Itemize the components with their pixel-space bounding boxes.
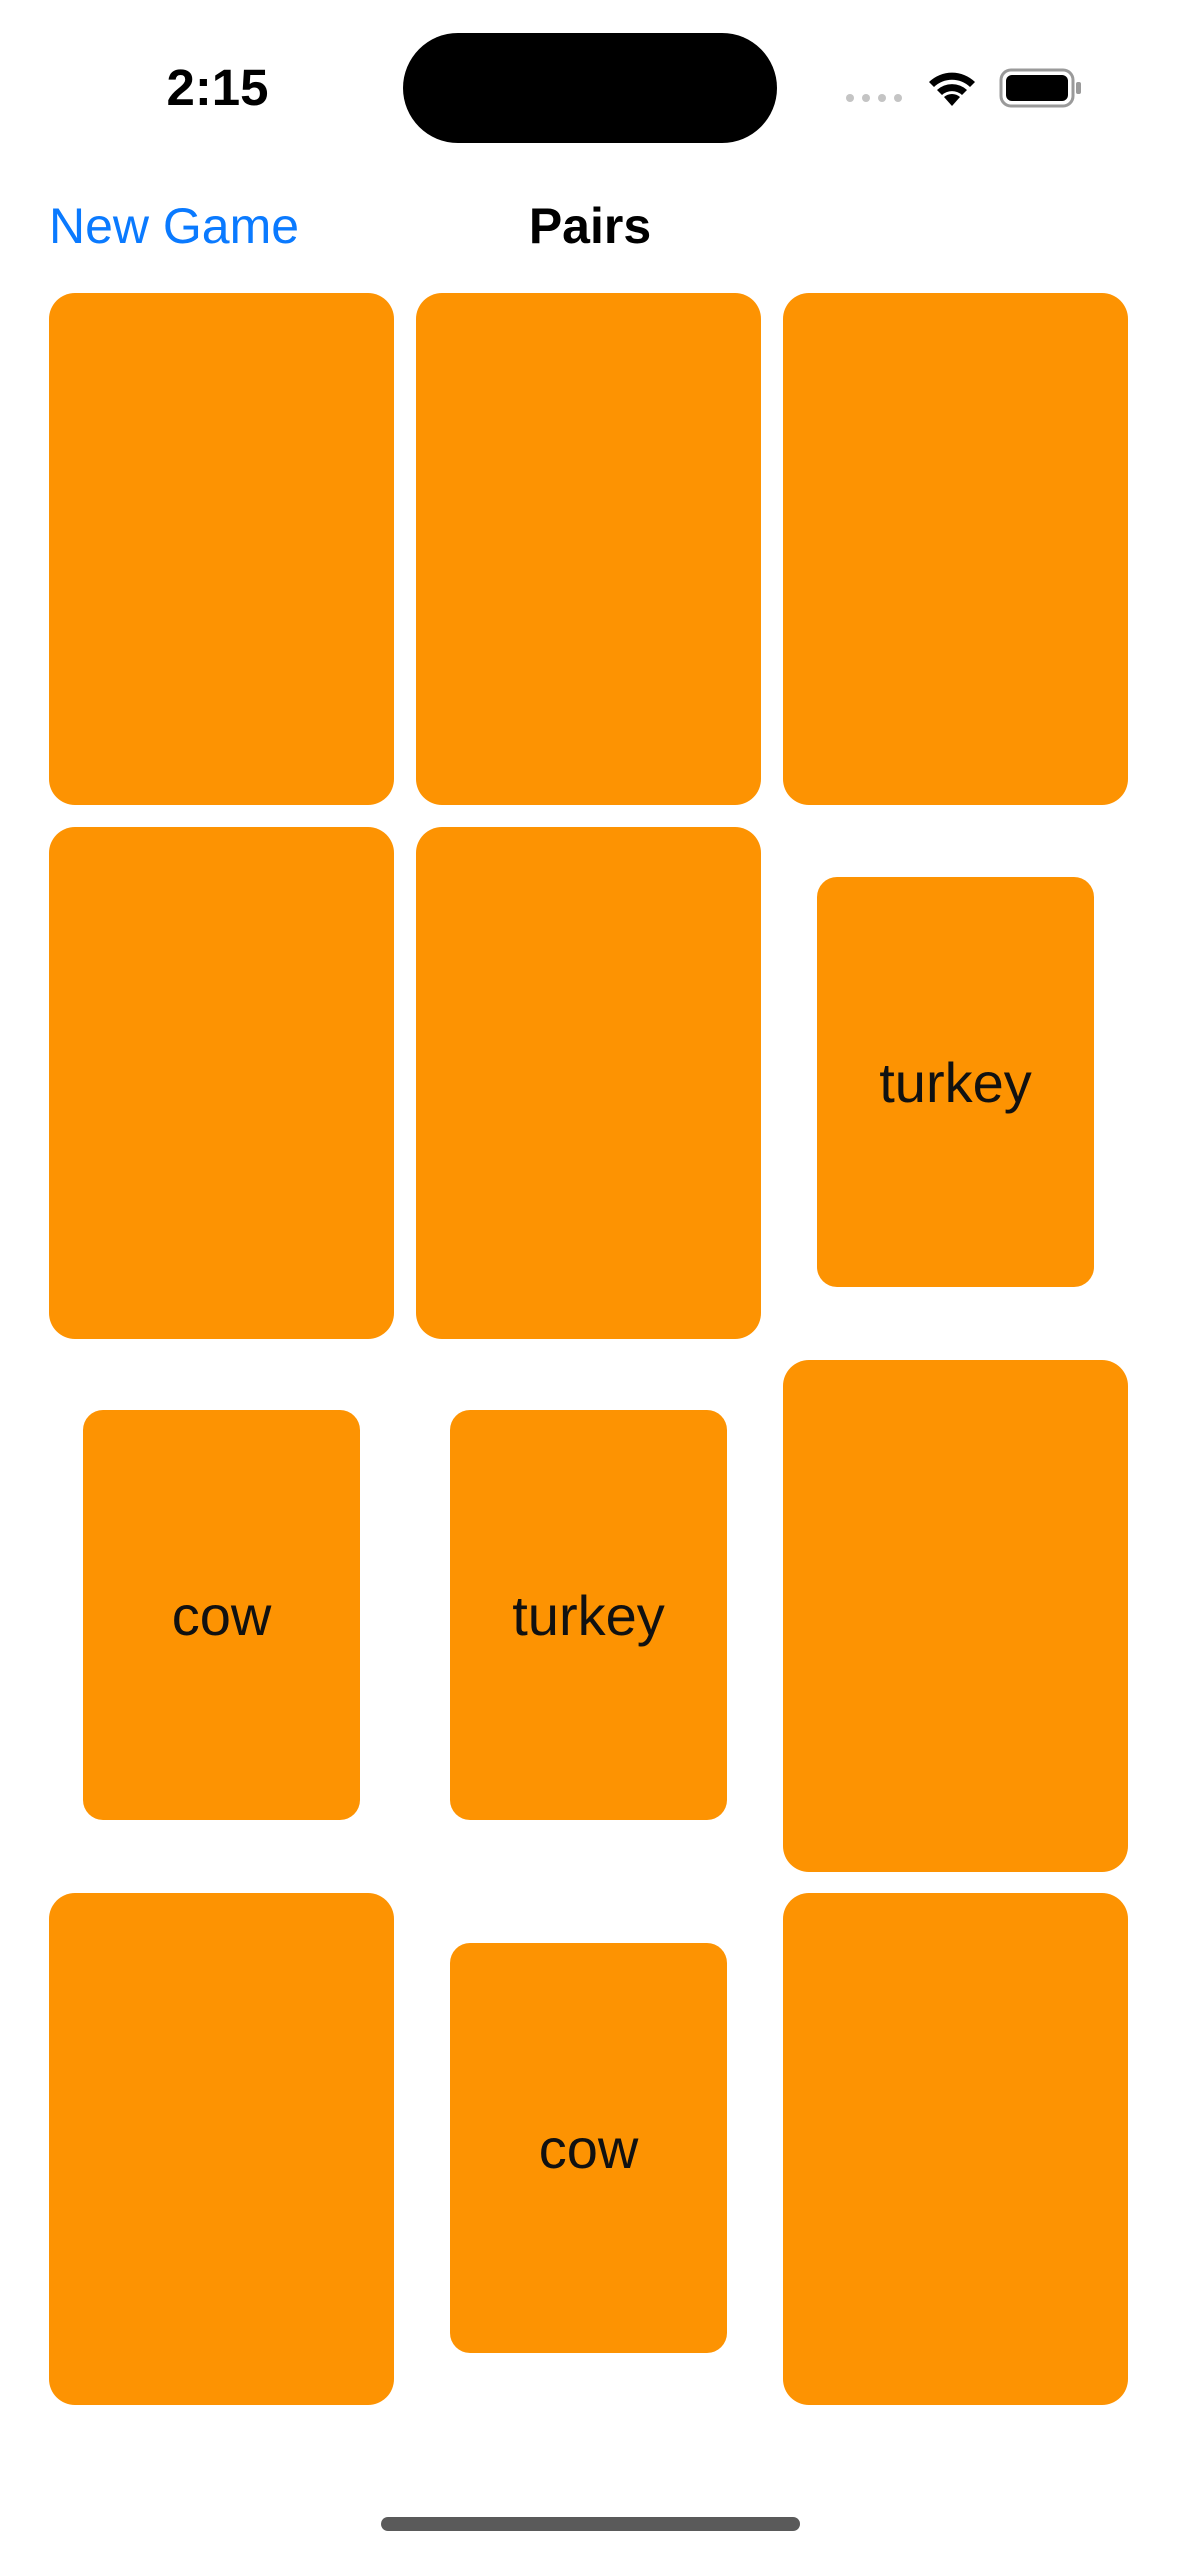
cellular-signal-icon bbox=[846, 94, 902, 102]
card-face-down[interactable] bbox=[416, 827, 761, 1339]
card-face-down[interactable] bbox=[416, 293, 761, 805]
card-face-down[interactable] bbox=[49, 293, 394, 805]
card-face-down[interactable] bbox=[49, 1893, 394, 2405]
page-title: Pairs bbox=[528, 198, 652, 254]
card-face-down[interactable] bbox=[783, 1893, 1128, 2405]
card-face-up[interactable]: turkey bbox=[450, 1410, 727, 1820]
card-face-up[interactable]: cow bbox=[83, 1410, 360, 1820]
card-face-down[interactable] bbox=[783, 1360, 1128, 1872]
card-face-up[interactable]: cow bbox=[450, 1943, 727, 2353]
card-label: turkey bbox=[879, 1050, 1032, 1114]
status-time: 2:15 bbox=[166, 59, 269, 116]
battery-icon bbox=[999, 68, 1081, 108]
card-face-down[interactable] bbox=[49, 827, 394, 1339]
home-indicator[interactable] bbox=[381, 2517, 800, 2531]
dynamic-island bbox=[403, 33, 777, 143]
card-label: cow bbox=[538, 2116, 639, 2180]
card-face-up[interactable]: turkey bbox=[817, 877, 1094, 1287]
card-label: cow bbox=[171, 1583, 272, 1647]
new-game-button[interactable]: New Game bbox=[49, 196, 299, 256]
wifi-icon bbox=[929, 72, 975, 106]
card-face-down[interactable] bbox=[783, 293, 1128, 805]
card-label: turkey bbox=[512, 1583, 665, 1647]
